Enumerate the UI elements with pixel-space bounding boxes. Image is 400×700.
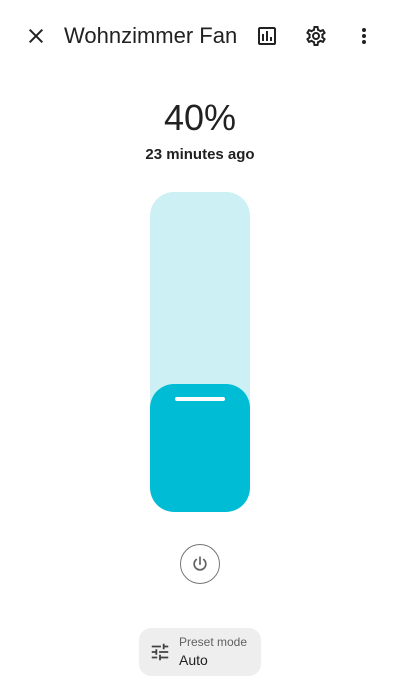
dots-vertical-icon — [362, 28, 366, 44]
fan-state-value: 40% — [163, 97, 237, 138]
power-toggle-button[interactable] — [180, 544, 220, 584]
more-options-button[interactable] — [344, 16, 384, 56]
power-icon — [193, 556, 207, 571]
preset-mode-value: Auto — [179, 652, 208, 668]
dialog-title: Wohnzimmer Fan — [64, 23, 238, 48]
slider-fill — [150, 384, 250, 512]
close-icon — [29, 29, 43, 43]
preset-mode-select[interactable]: Preset mode Auto — [139, 628, 261, 676]
dialog-header: Wohnzimmer Fan — [0, 0, 400, 72]
history-button[interactable] — [247, 16, 287, 56]
tune-icon — [149, 641, 171, 663]
gear-icon — [306, 26, 326, 46]
more-info-dialog: Wohnzimmer Fan 40% 23 minutes ago Preset… — [0, 0, 400, 700]
last-changed-text: 23 minutes ago — [145, 146, 255, 163]
close-button[interactable] — [16, 16, 56, 56]
preset-mode-label: Preset mode — [179, 635, 248, 649]
fan-speed-slider[interactable] — [150, 192, 250, 512]
slider-handle[interactable] — [175, 397, 225, 401]
chart-box-icon — [258, 27, 276, 45]
settings-button[interactable] — [296, 16, 336, 56]
